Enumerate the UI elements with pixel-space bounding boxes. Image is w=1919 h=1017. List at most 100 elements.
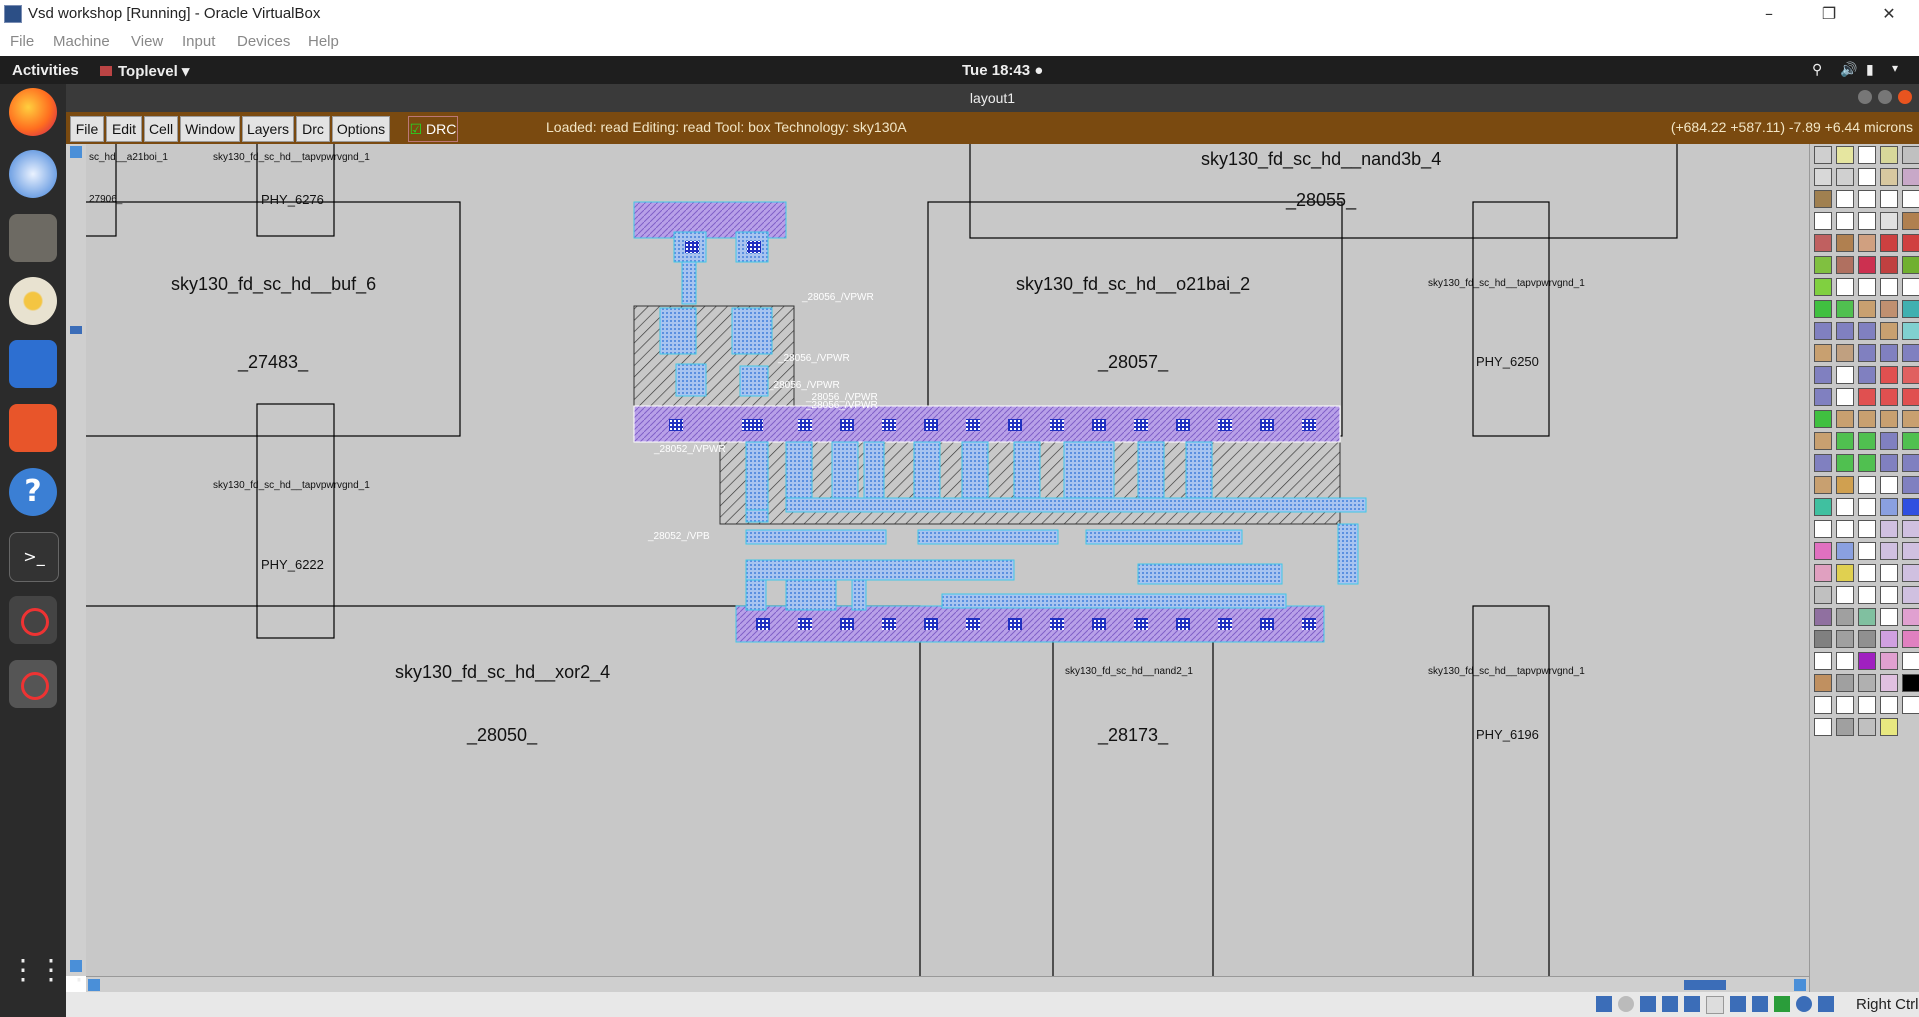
layer-swatch[interactable] bbox=[1880, 344, 1898, 362]
menu-input[interactable]: Input bbox=[182, 33, 215, 50]
layer-swatch[interactable] bbox=[1814, 212, 1832, 230]
layer-swatch[interactable] bbox=[1880, 168, 1898, 186]
show-apps-grid-icon[interactable]: ⋮⋮⋮ bbox=[9, 946, 93, 994]
layer-swatch[interactable] bbox=[1902, 696, 1919, 714]
mouse-integration-icon[interactable] bbox=[1796, 996, 1812, 1012]
thunderbird-icon[interactable] bbox=[9, 150, 57, 198]
layer-swatch[interactable] bbox=[1814, 322, 1832, 340]
layer-swatch[interactable] bbox=[1836, 410, 1854, 428]
magic-menu-edit[interactable]: Edit bbox=[106, 116, 142, 142]
menu-view[interactable]: View bbox=[131, 33, 163, 50]
scroll-down-icon[interactable] bbox=[70, 960, 82, 972]
layer-swatch[interactable] bbox=[1880, 520, 1898, 538]
layer-swatch[interactable] bbox=[1858, 476, 1876, 494]
layer-swatch[interactable] bbox=[1836, 586, 1854, 604]
layer-swatch[interactable] bbox=[1836, 234, 1854, 252]
volume-icon[interactable]: 🔊 bbox=[1840, 61, 1857, 78]
layer-swatch[interactable] bbox=[1836, 146, 1854, 164]
layer-swatch[interactable] bbox=[1902, 278, 1919, 296]
blocked-app-icon[interactable] bbox=[9, 660, 57, 708]
layer-swatch[interactable] bbox=[1836, 454, 1854, 472]
menu-machine[interactable]: Machine bbox=[53, 33, 110, 50]
layer-swatch[interactable] bbox=[1902, 454, 1919, 472]
layer-swatch[interactable] bbox=[1814, 718, 1832, 736]
layer-swatch[interactable] bbox=[1902, 388, 1919, 406]
app-menu[interactable]: Toplevel ▾ bbox=[100, 62, 189, 80]
layer-swatch[interactable] bbox=[1836, 344, 1854, 362]
layer-swatch[interactable] bbox=[1836, 168, 1854, 186]
layer-swatch[interactable] bbox=[1814, 498, 1832, 516]
layer-swatch[interactable] bbox=[1814, 146, 1832, 164]
layer-swatch[interactable] bbox=[1902, 322, 1919, 340]
layer-swatch[interactable] bbox=[1814, 168, 1832, 186]
layer-swatch[interactable] bbox=[1814, 234, 1832, 252]
layer-swatch[interactable] bbox=[1880, 476, 1898, 494]
layer-swatch[interactable] bbox=[1880, 630, 1898, 648]
layer-swatch[interactable] bbox=[1858, 256, 1876, 274]
layer-swatch[interactable] bbox=[1814, 564, 1832, 582]
display-icon[interactable] bbox=[1730, 996, 1746, 1012]
layer-swatch[interactable] bbox=[1902, 608, 1919, 626]
layer-swatch[interactable] bbox=[1858, 608, 1876, 626]
layer-swatch[interactable] bbox=[1902, 344, 1919, 362]
layer-swatch[interactable] bbox=[1880, 652, 1898, 670]
layer-swatch[interactable] bbox=[1902, 432, 1919, 450]
horizontal-scroll-thumb[interactable] bbox=[1684, 980, 1726, 990]
layer-swatch[interactable] bbox=[1858, 278, 1876, 296]
layer-swatch[interactable] bbox=[1814, 256, 1832, 274]
layer-swatch[interactable] bbox=[1858, 674, 1876, 692]
layer-swatch[interactable] bbox=[1880, 190, 1898, 208]
layer-swatch[interactable] bbox=[1880, 366, 1898, 384]
keyboard-capture-icon[interactable] bbox=[1818, 996, 1834, 1012]
layer-swatch[interactable] bbox=[1858, 586, 1876, 604]
layer-swatch[interactable] bbox=[1814, 432, 1832, 450]
network-adapter-icon[interactable] bbox=[1662, 996, 1678, 1012]
layer-swatch[interactable] bbox=[1902, 366, 1919, 384]
magic-menu-drc[interactable]: Drc bbox=[296, 116, 330, 142]
layer-swatch[interactable] bbox=[1880, 410, 1898, 428]
magic-menu-options[interactable]: Options bbox=[332, 116, 390, 142]
layer-swatch[interactable] bbox=[1880, 564, 1898, 582]
layout-drawing[interactable] bbox=[86, 144, 1809, 976]
layer-swatch[interactable] bbox=[1836, 212, 1854, 230]
network-icon[interactable]: ⚲ bbox=[1812, 61, 1822, 78]
layer-swatch[interactable] bbox=[1836, 718, 1854, 736]
magic-menu-layers[interactable]: Layers bbox=[242, 116, 294, 142]
system-menu-chevron-icon[interactable]: ▾ bbox=[1892, 61, 1898, 75]
layer-swatch[interactable] bbox=[1902, 146, 1919, 164]
layer-swatch[interactable] bbox=[1858, 410, 1876, 428]
firefox-icon[interactable] bbox=[9, 88, 57, 136]
usb-icon[interactable] bbox=[1684, 996, 1700, 1012]
layer-swatch[interactable] bbox=[1814, 476, 1832, 494]
magic-menu-window[interactable]: Window bbox=[180, 116, 240, 142]
layer-swatch[interactable] bbox=[1880, 696, 1898, 714]
rhythmbox-icon[interactable] bbox=[9, 277, 57, 325]
layer-swatch[interactable] bbox=[1814, 344, 1832, 362]
layer-swatch[interactable] bbox=[1902, 498, 1919, 516]
layer-swatch[interactable] bbox=[1902, 212, 1919, 230]
scroll-up-icon[interactable] bbox=[70, 146, 82, 158]
layer-swatch[interactable] bbox=[1814, 542, 1832, 560]
layer-swatch[interactable] bbox=[1902, 168, 1919, 186]
layer-swatch[interactable] bbox=[1836, 190, 1854, 208]
menu-file[interactable]: File bbox=[10, 33, 34, 50]
shared-folder-icon[interactable] bbox=[1706, 996, 1724, 1014]
scroll-right-icon[interactable] bbox=[1794, 979, 1806, 991]
magic-close-icon[interactable] bbox=[1898, 90, 1912, 104]
magic-menu-cell[interactable]: Cell bbox=[144, 116, 178, 142]
layer-swatch[interactable] bbox=[1814, 696, 1832, 714]
recording-icon[interactable] bbox=[1752, 996, 1768, 1012]
clock[interactable]: Tue 18:43 ● bbox=[962, 62, 1043, 79]
software-center-icon[interactable] bbox=[9, 404, 57, 452]
layer-swatch[interactable] bbox=[1880, 256, 1898, 274]
layer-swatch[interactable] bbox=[1880, 278, 1898, 296]
layer-swatch[interactable] bbox=[1858, 696, 1876, 714]
layer-swatch[interactable] bbox=[1902, 410, 1919, 428]
layer-swatch[interactable] bbox=[1880, 212, 1898, 230]
layer-swatch[interactable] bbox=[1880, 498, 1898, 516]
layer-swatch[interactable] bbox=[1880, 300, 1898, 318]
layer-swatch[interactable] bbox=[1814, 410, 1832, 428]
scroll-left-icon[interactable] bbox=[88, 979, 100, 991]
layer-swatch[interactable] bbox=[1814, 278, 1832, 296]
layer-swatch[interactable] bbox=[1814, 366, 1832, 384]
